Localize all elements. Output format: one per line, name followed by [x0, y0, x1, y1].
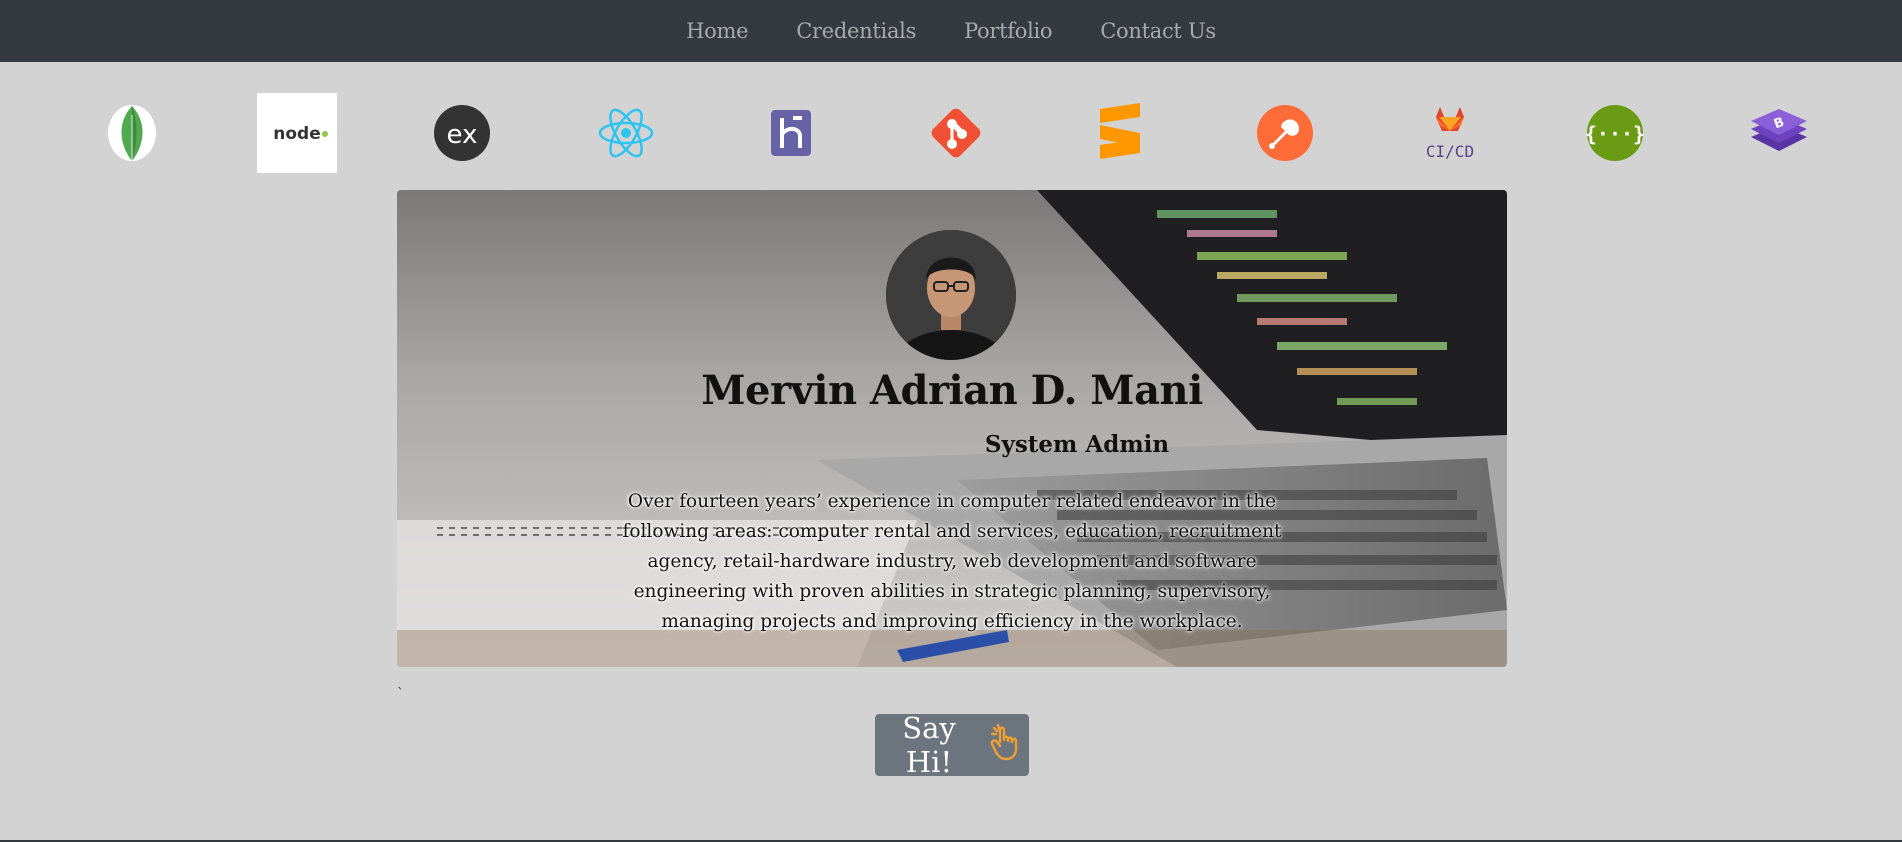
pointing-hand-icon — [988, 722, 1028, 769]
profile-bio: Over fourteen years’ experience in compu… — [622, 491, 1282, 632]
bootstrap-icon: B — [1738, 92, 1820, 174]
nodejs-wordmark: node — [273, 124, 320, 144]
profile-role: System Admin — [984, 431, 1170, 458]
express-wordmark: ex — [447, 120, 478, 150]
heroku-icon — [750, 92, 832, 174]
hero-card: Mervin Adrian D. Mani System Admin Over … — [397, 190, 1507, 667]
react-icon — [585, 92, 667, 174]
swagger-icon: {···} — [1574, 92, 1656, 174]
cicd-wordmark: CI/CD — [1426, 142, 1474, 161]
git-icon — [915, 92, 997, 174]
top-navbar: Home Credentials Portfolio Contact Us — [0, 0, 1902, 62]
express-icon: ex — [421, 92, 503, 174]
nav-credentials[interactable]: Credentials — [796, 19, 916, 43]
sublime-text-icon — [1080, 92, 1162, 174]
gitlab-cicd-icon: CI/CD — [1409, 92, 1491, 174]
tech-stack-row: node ex CI/CD {···} B — [0, 92, 1902, 176]
say-hi-label: Say Hi! — [902, 711, 956, 779]
profile-name: Mervin Adrian D. Mani — [701, 367, 1203, 414]
postman-icon — [1244, 92, 1326, 174]
profile-avatar — [886, 230, 1016, 360]
nav-home[interactable]: Home — [686, 19, 748, 43]
nodejs-icon: node — [256, 92, 338, 174]
stray-backtick: ` — [397, 686, 404, 702]
mongodb-icon — [91, 92, 173, 174]
nav-contact-us[interactable]: Contact Us — [1100, 19, 1216, 43]
swagger-wordmark: {···} — [1585, 122, 1645, 146]
say-hi-button[interactable]: Say Hi! — [875, 711, 1029, 779]
nav-portfolio[interactable]: Portfolio — [964, 19, 1053, 43]
